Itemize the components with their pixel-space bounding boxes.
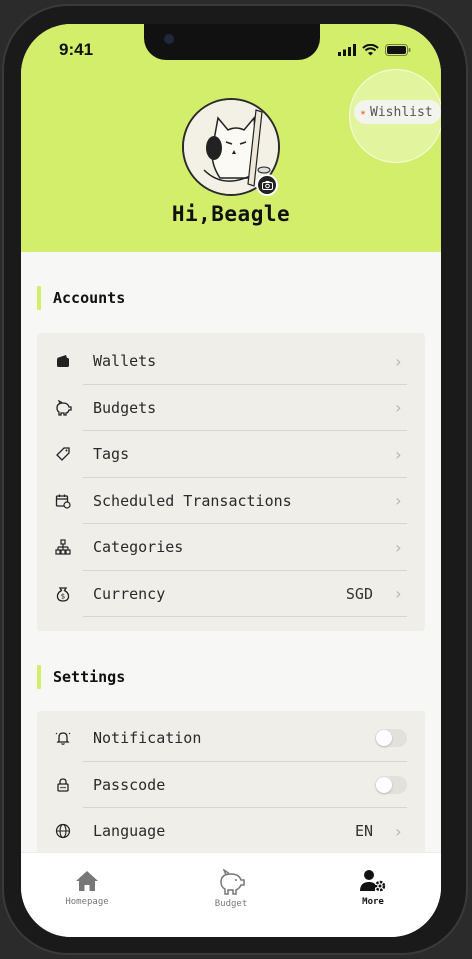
greeting-title: Hi,Beagle [171, 202, 291, 226]
accounts-item-label: Budgets [93, 398, 157, 417]
wifi-icon [362, 44, 379, 56]
piggy-bank-icon [220, 869, 245, 895]
tab-budget[interactable]: Budget [191, 869, 271, 909]
tab-label: More [362, 897, 384, 907]
settings-item-language[interactable]: Language EN › [37, 808, 425, 855]
accounts-title-label: Accounts [53, 289, 126, 307]
settings-item-label: Notification [93, 729, 202, 748]
change-photo-button[interactable] [256, 174, 278, 196]
dynamic-island [144, 24, 320, 60]
chevron-right-icon: › [393, 398, 403, 418]
accounts-item-label: Tags [93, 445, 130, 464]
chevron-right-icon: › [393, 444, 403, 464]
settings-item-label: Language [93, 822, 166, 841]
accounts-item-budgets[interactable]: Budgets › [37, 385, 425, 431]
tab-label: Budget [214, 899, 248, 909]
passcode-toggle[interactable] [375, 775, 407, 794]
settings-section-title: Settings [37, 665, 125, 689]
status-icons [338, 44, 411, 56]
currency-value: SGD [345, 584, 373, 603]
settings-item-passcode: Passcode [37, 762, 425, 808]
front-camera [164, 34, 174, 44]
settings-title-label: Settings [53, 668, 126, 686]
profile-header: 9:41 Hi,Beagle ★ Wishlist [21, 24, 441, 252]
chevron-right-icon: › [393, 584, 403, 604]
lock-icon [53, 775, 73, 795]
battery-icon [385, 44, 411, 56]
home-icon [76, 871, 98, 891]
notification-toggle[interactable] [375, 729, 407, 748]
wishlist-label: Wishlist [370, 104, 433, 120]
accounts-item-label: Currency [93, 584, 166, 603]
tab-more[interactable]: More [333, 869, 413, 907]
accounts-item-scheduled-transactions[interactable]: Scheduled Transactions › [37, 478, 425, 524]
tag-icon [53, 444, 73, 464]
section-accent-bar [37, 286, 41, 310]
star-icon: ★ [360, 106, 367, 118]
divider [83, 616, 407, 617]
chevron-right-icon: › [393, 491, 403, 511]
money-bag-icon: $ [53, 584, 73, 604]
settings-card: Notification Passcode Language EN › [37, 711, 425, 871]
tab-homepage[interactable]: Homepage [47, 869, 127, 907]
app-screen: 9:41 Hi,Beagle ★ Wishlist Accounts Walle… [21, 24, 441, 937]
camera-icon [261, 180, 273, 190]
wishlist-button[interactable]: ★ Wishlist [354, 100, 441, 124]
accounts-item-currency[interactable]: $ Currency SGD › [37, 571, 425, 617]
tab-label: Homepage [65, 897, 109, 907]
signal-icon [338, 44, 356, 56]
section-accent-bar [37, 665, 41, 689]
accounts-section-title: Accounts [37, 286, 125, 310]
chevron-right-icon: › [393, 821, 403, 841]
accounts-item-label: Categories [93, 538, 184, 557]
hierarchy-icon [53, 537, 73, 557]
settings-item-notification: Notification [37, 715, 425, 762]
globe-icon [53, 821, 73, 841]
bottom-tab-bar: Homepage Budget More [21, 852, 441, 937]
accounts-item-label: Scheduled Transactions [93, 491, 292, 510]
accounts-item-label: Wallets [93, 352, 157, 371]
calendar-repeat-icon [53, 491, 73, 511]
status-time: 9:41 [59, 40, 94, 59]
chevron-right-icon: › [393, 537, 403, 557]
piggy-bank-icon [53, 398, 73, 418]
accounts-item-tags[interactable]: Tags › [37, 431, 425, 478]
accounts-card: Wallets › Budgets › Tags › Scheduled Tra… [37, 333, 425, 631]
svg-text:$: $ [61, 592, 65, 600]
user-settings-icon [360, 870, 386, 892]
accounts-item-categories[interactable]: Categories › [37, 524, 425, 571]
settings-item-label: Passcode [93, 775, 166, 794]
accounts-item-wallets[interactable]: Wallets › [37, 338, 425, 385]
language-value: EN [354, 822, 373, 841]
bell-icon [53, 728, 73, 748]
chevron-right-icon: › [393, 351, 403, 371]
wallet-icon [53, 351, 73, 371]
